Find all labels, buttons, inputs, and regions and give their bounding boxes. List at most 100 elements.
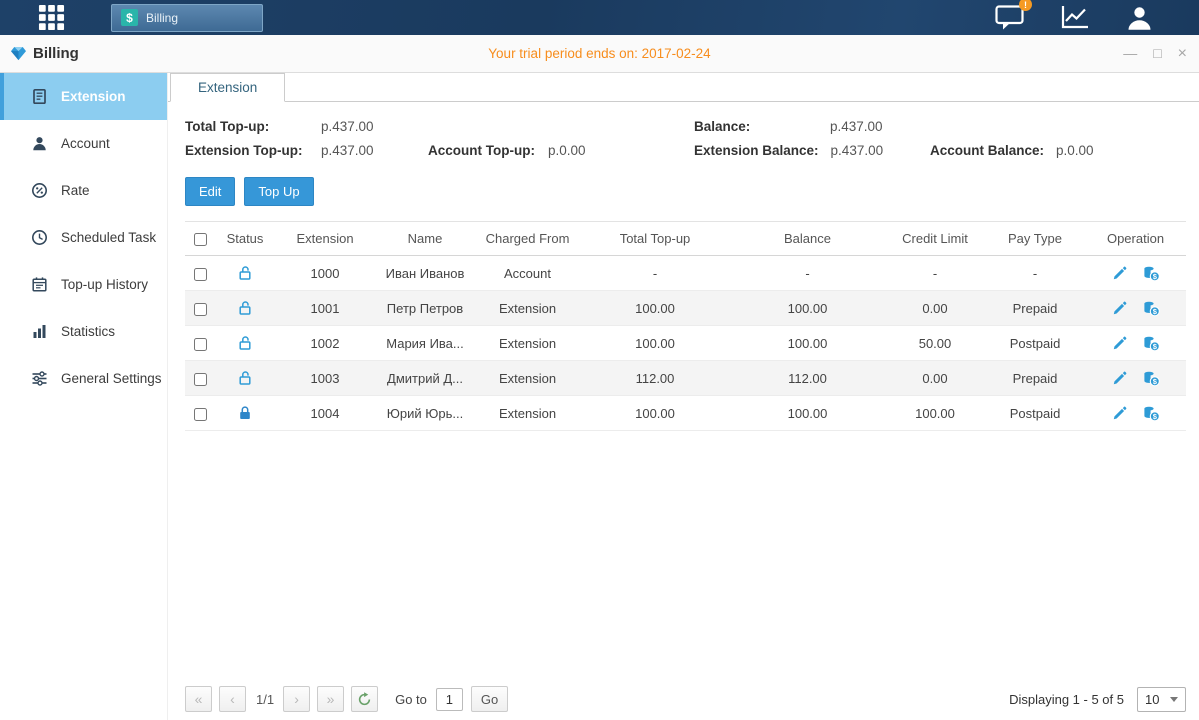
cell-charged-from: Extension — [475, 361, 580, 396]
cell-total-topup: 100.00 — [580, 291, 730, 326]
maximize-icon[interactable]: □ — [1153, 46, 1161, 62]
table-row: 1000 Иван Иванов Account - - - - $ — [185, 256, 1186, 291]
cell-credit-limit: 0.00 — [885, 291, 985, 326]
minimize-icon[interactable]: — — [1123, 46, 1137, 62]
balance-value: p.437.00 — [830, 119, 883, 134]
sidebar-item-general-settings[interactable]: General Settings — [0, 355, 167, 402]
page-size-select[interactable]: 10 — [1137, 687, 1186, 712]
summary-spacer — [428, 119, 694, 134]
row-checkbox[interactable] — [194, 408, 207, 421]
billing-app-tab[interactable]: $ Billing — [111, 4, 263, 32]
cell-balance: 100.00 — [730, 326, 885, 361]
last-page-button[interactable]: » — [317, 686, 344, 712]
cell-extension: 1002 — [275, 326, 375, 361]
account-balance-field: Account Balance: p.0.00 — [930, 143, 1186, 158]
row-checkbox[interactable] — [194, 338, 207, 351]
go-button[interactable]: Go — [471, 686, 508, 712]
cell-extension: 1001 — [275, 291, 375, 326]
edit-pencil-icon[interactable] — [1112, 336, 1127, 351]
top-up-operation-icon[interactable]: $ — [1143, 405, 1160, 422]
edit-pencil-icon[interactable] — [1112, 406, 1127, 421]
billing-app-tab-label: Billing — [146, 11, 178, 25]
cell-pay-type: - — [985, 256, 1085, 291]
refresh-button[interactable] — [351, 686, 378, 712]
tab-extension[interactable]: Extension — [170, 73, 285, 102]
prev-page-button[interactable]: ‹ — [219, 686, 246, 712]
system-topbar: $ Billing ! — [0, 0, 1199, 35]
cell-pay-type: Prepaid — [985, 361, 1085, 396]
lock-status-icon — [237, 335, 253, 351]
top-up-operation-icon[interactable]: $ — [1143, 265, 1160, 282]
column-header-extension: Extension — [275, 222, 375, 256]
sidebar-item-statistics[interactable]: Statistics — [0, 308, 167, 355]
window-title-text: Billing — [33, 45, 79, 62]
lock-status-icon — [237, 370, 253, 386]
app-grid-icon[interactable] — [38, 4, 65, 31]
next-page-button[interactable]: › — [283, 686, 310, 712]
column-header-operation: Operation — [1085, 222, 1186, 256]
cell-name: Дмитрий Д... — [375, 361, 475, 396]
pagination-right: Displaying 1 - 5 of 5 10 — [1009, 687, 1186, 712]
row-checkbox[interactable] — [194, 373, 207, 386]
top-up-button[interactable]: Top Up — [244, 177, 313, 206]
cell-charged-from: Extension — [475, 396, 580, 431]
balance-summary: Total Top-up: p.437.00 Balance: p.437.00… — [185, 119, 1186, 158]
extension-topup-label: Extension Top-up: — [185, 143, 309, 158]
edit-pencil-icon[interactable] — [1112, 301, 1127, 316]
cell-extension: 1003 — [275, 361, 375, 396]
sidebar-item-label: Extension — [61, 89, 126, 104]
sidebar: Extension Account Rate Scheduled Task — [0, 73, 168, 720]
top-up-operation-icon[interactable]: $ — [1143, 335, 1160, 352]
top-up-operation-icon[interactable]: $ — [1143, 370, 1160, 387]
cell-name: Юрий Юрь... — [375, 396, 475, 431]
cell-charged-from: Extension — [475, 291, 580, 326]
extension-balance-label: Extension Balance: — [694, 143, 819, 158]
row-checkbox[interactable] — [194, 303, 207, 316]
chevron-down-icon — [1170, 697, 1178, 702]
content-area: Extension Account Rate Scheduled Task — [0, 73, 1199, 720]
calendar-icon — [31, 276, 48, 293]
page-indicator: 1/1 — [256, 692, 274, 707]
row-checkbox[interactable] — [194, 268, 207, 281]
sidebar-item-extension[interactable]: Extension — [0, 73, 167, 120]
billing-app-window: $ Billing ! Billing Your trial period en… — [0, 0, 1199, 720]
resource-monitor-icon[interactable] — [1060, 4, 1090, 31]
top-up-operation-icon[interactable]: $ — [1143, 300, 1160, 317]
cell-credit-limit: 50.00 — [885, 326, 985, 361]
window-titlebar: Billing Your trial period ends on: 2017-… — [0, 35, 1199, 73]
extension-balance-value: p.437.00 — [831, 143, 884, 158]
cell-name: Мария Ива... — [375, 326, 475, 361]
cell-pay-type: Postpaid — [985, 396, 1085, 431]
column-header-name: Name — [375, 222, 475, 256]
edit-button[interactable]: Edit — [185, 177, 235, 206]
edit-pencil-icon[interactable] — [1112, 266, 1127, 281]
sidebar-item-rate[interactable]: Rate — [0, 167, 167, 214]
column-header-status: Status — [215, 222, 275, 256]
column-header-balance: Balance — [730, 222, 885, 256]
table-header-row: Status Extension Name Charged From Total… — [185, 222, 1186, 256]
cell-credit-limit: - — [885, 256, 985, 291]
topbar-right-icons: ! — [995, 4, 1153, 31]
sidebar-item-account[interactable]: Account — [0, 120, 167, 167]
goto-page-input[interactable] — [436, 688, 463, 711]
edit-pencil-icon[interactable] — [1112, 371, 1127, 386]
sidebar-item-topup-history[interactable]: Top-up History — [0, 261, 167, 308]
account-topup-label: Account Top-up: — [428, 143, 536, 158]
user-account-icon[interactable] — [1126, 5, 1153, 31]
cell-name: Петр Петров — [375, 291, 475, 326]
tab-bar: Extension — [168, 73, 1199, 102]
first-page-button[interactable]: « — [185, 686, 212, 712]
sidebar-item-label: Statistics — [61, 324, 115, 339]
account-balance-value: p.0.00 — [1056, 143, 1094, 158]
sidebar-item-scheduled-task[interactable]: Scheduled Task — [0, 214, 167, 261]
notifications-chat-icon[interactable]: ! — [995, 4, 1024, 31]
rate-percent-icon — [31, 182, 48, 199]
close-icon[interactable]: × — [1178, 46, 1187, 62]
account-topup-value: p.0.00 — [548, 143, 586, 158]
cell-credit-limit: 100.00 — [885, 396, 985, 431]
page-size-value: 10 — [1145, 692, 1159, 707]
select-all-checkbox[interactable] — [194, 233, 207, 246]
cell-charged-from: Extension — [475, 326, 580, 361]
cell-balance: 112.00 — [730, 361, 885, 396]
notification-badge: ! — [1019, 0, 1032, 11]
